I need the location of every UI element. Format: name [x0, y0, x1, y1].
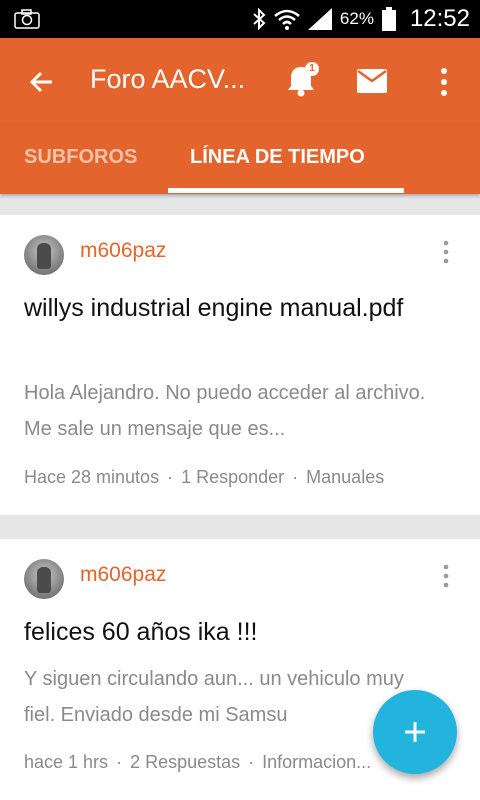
post-time: Hace 28 minutos [24, 467, 160, 487]
more-vert-icon[interactable] [440, 563, 452, 589]
post-excerpt: Y siguen circulando aun... un vehiculo m… [24, 668, 404, 726]
post-forum[interactable]: Manuales [306, 467, 384, 487]
battery-icon [381, 7, 396, 31]
post-excerpt: Hola Alejandro. No puedo acceder al arch… [24, 382, 426, 440]
notification-badge: 1 [305, 62, 319, 76]
app-bar: Foro AACV... 1 [0, 38, 480, 126]
post-replies: 1 Responder [181, 467, 285, 487]
post-replies: 2 Respuestas [130, 752, 241, 772]
post-title[interactable]: willys industrial engine manual.pdf [24, 289, 444, 328]
post-time: hace 1 hrs [24, 752, 109, 772]
signal-icon [307, 8, 332, 30]
battery-percent: 62% [339, 9, 374, 28]
plus-icon [405, 722, 425, 742]
avatar[interactable] [24, 559, 64, 599]
back-arrow-icon[interactable] [26, 66, 58, 98]
post-author[interactable]: m606paz [80, 563, 166, 587]
tab-linea-de-tiempo[interactable]: LÍNEA DE TIEMPO [190, 146, 365, 169]
post-meta: Hace 28 minutos · 1 Responder · Manuales [24, 467, 385, 487]
tab-subforos[interactable]: SUBFOROS [24, 146, 137, 169]
post-author[interactable]: m606paz [80, 239, 166, 263]
new-post-button[interactable] [373, 690, 457, 774]
more-vert-icon[interactable] [440, 239, 452, 265]
tab-bar: SUBFOROS LÍNEA DE TIEMPO [0, 126, 480, 194]
tab-indicator [168, 188, 404, 193]
status-bar: 62% 12:52 [0, 0, 480, 38]
post-meta: hace 1 hrs · 2 Respuestas · Informacion... [24, 752, 372, 772]
wifi-icon [274, 9, 300, 30]
post-forum[interactable]: Informacion... [262, 752, 371, 772]
forum-title: Foro AACV... [90, 64, 246, 94]
more-vert-icon[interactable] [432, 66, 456, 98]
avatar[interactable] [24, 235, 64, 275]
post-card[interactable]: m606paz willys industrial engine manual.… [0, 215, 480, 515]
mail-icon[interactable] [356, 68, 388, 94]
clock: 12:52 [409, 5, 470, 32]
post-title[interactable]: felices 60 años ika !!! [24, 613, 444, 652]
camera-icon [14, 9, 40, 29]
bluetooth-icon [253, 8, 266, 30]
